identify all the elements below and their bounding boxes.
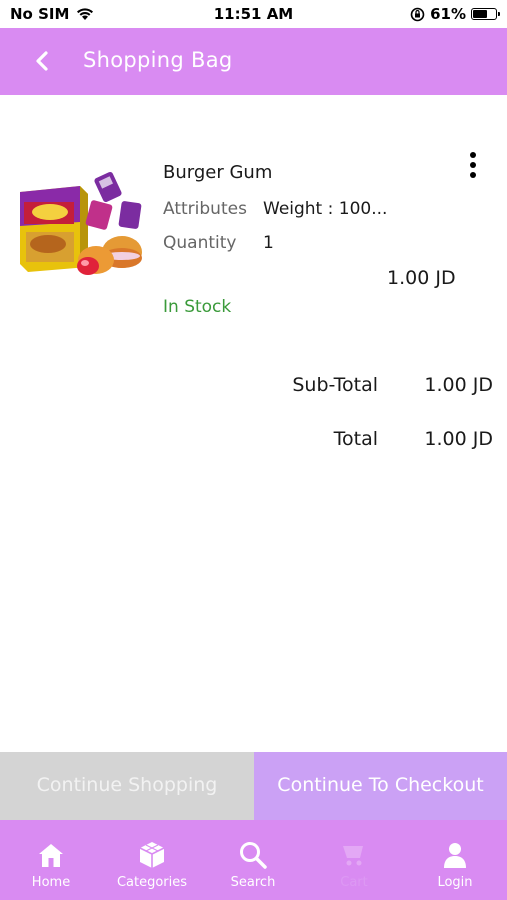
tab-login[interactable]: Login bbox=[405, 820, 505, 900]
tab-bar: Home Categories Search Cart Login bbox=[0, 820, 507, 900]
more-vertical-icon bbox=[470, 152, 476, 158]
status-right: 61% bbox=[410, 5, 500, 23]
battery-icon bbox=[471, 8, 500, 20]
tab-categories-label: Categories bbox=[116, 875, 188, 890]
home-icon bbox=[39, 844, 63, 867]
continue-shopping-button[interactable]: Continue Shopping bbox=[0, 752, 254, 820]
nav-header: Shopping Bag bbox=[0, 28, 507, 95]
chevron-left-icon bbox=[36, 51, 48, 71]
search-icon bbox=[240, 842, 267, 869]
total-label: Total bbox=[333, 428, 378, 450]
tab-categories[interactable]: Categories bbox=[102, 820, 202, 900]
subtotal-label: Sub-Total bbox=[292, 374, 378, 396]
tab-home[interactable]: Home bbox=[1, 820, 101, 900]
more-options-button[interactable] bbox=[462, 150, 484, 182]
stock-status: In Stock bbox=[163, 297, 232, 317]
continue-checkout-button[interactable]: Continue To Checkout bbox=[254, 752, 507, 820]
total-value: 1.00 JD bbox=[424, 428, 493, 450]
back-button[interactable] bbox=[30, 48, 54, 74]
product-image[interactable] bbox=[18, 162, 148, 287]
quantity-label: Quantity bbox=[163, 233, 237, 253]
quantity-value: 1 bbox=[263, 233, 274, 253]
subtotal-value: 1.00 JD bbox=[424, 374, 493, 396]
tab-home-label: Home bbox=[31, 875, 71, 890]
categories-icon bbox=[139, 842, 165, 868]
page-title: Shopping Bag bbox=[83, 48, 233, 72]
attributes-label: Attributes bbox=[163, 199, 247, 219]
item-price: 1.00 JD bbox=[387, 267, 456, 289]
product-name[interactable]: Burger Gum bbox=[163, 162, 272, 183]
orientation-lock-icon bbox=[410, 7, 425, 21]
cart-icon bbox=[343, 846, 363, 866]
tab-cart[interactable]: Cart bbox=[304, 820, 404, 900]
battery-percent: 61% bbox=[430, 5, 466, 23]
tab-login-label: Login bbox=[437, 875, 473, 890]
status-bar: No SIM 11:51 AM 61% bbox=[0, 0, 507, 28]
user-icon bbox=[444, 843, 466, 868]
cart-item: Burger Gum Attributes Weight : 100... Qu… bbox=[0, 150, 507, 330]
tab-search[interactable]: Search bbox=[203, 820, 303, 900]
action-buttons: Continue Shopping Continue To Checkout bbox=[0, 752, 507, 820]
tab-cart-label: Cart bbox=[340, 875, 368, 890]
attributes-value: Weight : 100... bbox=[263, 199, 388, 219]
tab-search-label: Search bbox=[230, 875, 276, 890]
